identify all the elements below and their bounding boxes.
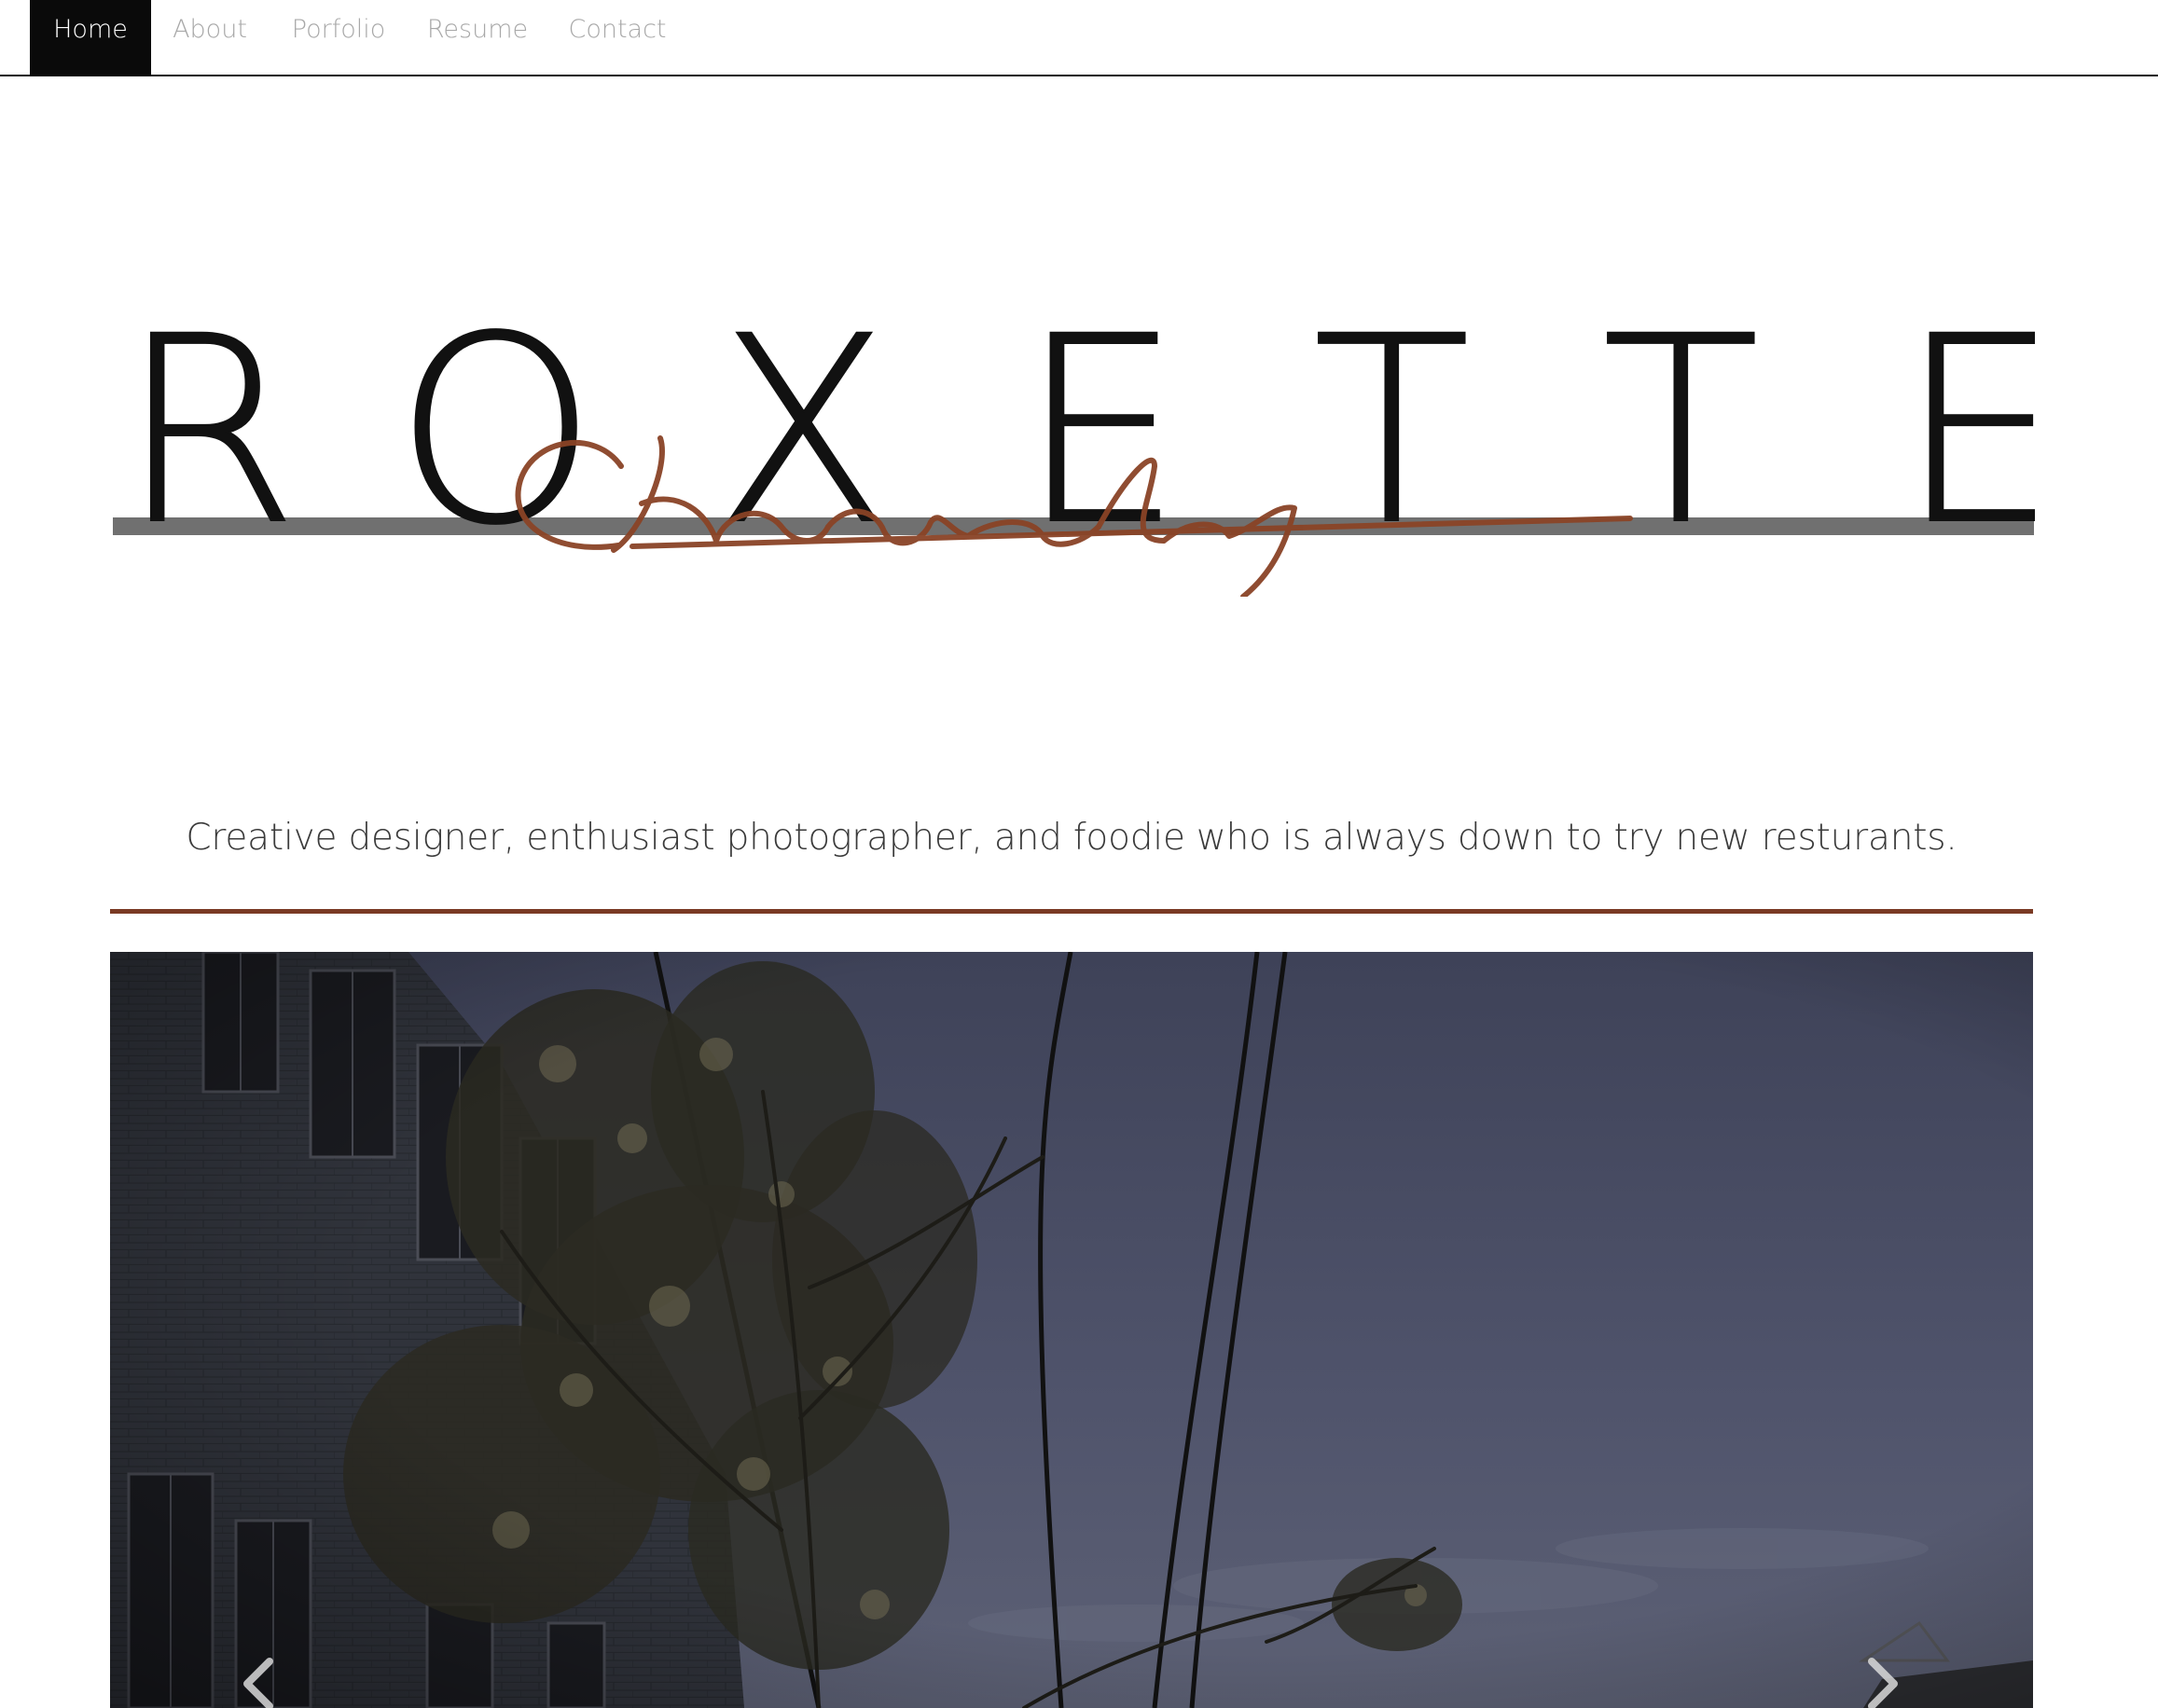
nav-item-portfolio[interactable]: Porfolio <box>284 0 393 76</box>
chevron-left-icon[interactable] <box>236 1656 283 1708</box>
slideshow-photo <box>110 952 2033 1708</box>
roxette-logo: R O X E T T E <box>113 317 2035 597</box>
nav-item-resume[interactable]: Resume <box>424 0 531 76</box>
nav-item-about[interactable]: About <box>163 0 256 76</box>
chevron-right-icon[interactable] <box>1859 1656 1905 1708</box>
logo-letter-e2: E <box>1899 317 2035 582</box>
tagline: Creative designer, enthusiast photograph… <box>186 817 1957 859</box>
top-nav: Home About Porfolio Resume Contact <box>0 0 2158 76</box>
accent-divider <box>110 909 2033 914</box>
nav-item-home[interactable]: Home <box>30 0 151 76</box>
logo-letter-r: R <box>119 317 298 582</box>
nav-item-contact[interactable]: Contact <box>564 0 671 76</box>
photo-slideshow[interactable] <box>110 952 2033 1708</box>
logo-letter-t2: T <box>1602 317 1760 582</box>
logo-letter-t1: T <box>1313 317 1471 582</box>
